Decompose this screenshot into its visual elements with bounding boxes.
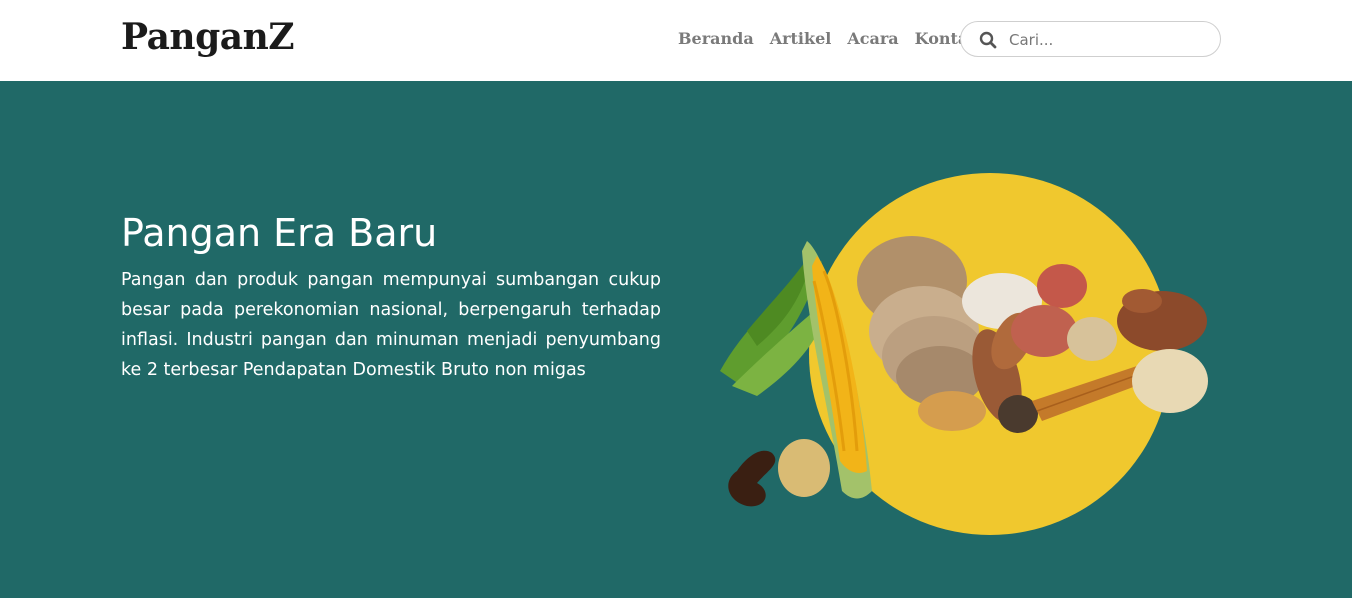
- mushroom-shape: [728, 450, 776, 507]
- main-nav: Beranda Artikel Acara Kontak: [670, 26, 987, 52]
- search-input[interactable]: [1007, 27, 1211, 53]
- search-icon[interactable]: [979, 31, 997, 49]
- hero-food-illustration: [720, 173, 1208, 535]
- navbar: PanganZ Beranda Artikel Acara Kontak: [0, 0, 1352, 81]
- nav-link-acara[interactable]: Acara: [839, 26, 906, 52]
- brand-logo[interactable]: PanganZ: [121, 12, 295, 62]
- nav-link-artikel[interactable]: Artikel: [762, 26, 840, 52]
- hero-description: Pangan dan produk pangan mempunyai sumba…: [121, 270, 661, 380]
- grains: [1067, 317, 1117, 361]
- nav-link-beranda[interactable]: Beranda: [670, 26, 762, 52]
- oat-flakes: [1132, 349, 1208, 413]
- search-box[interactable]: [960, 21, 1221, 57]
- hero-title: Pangan Era Baru: [121, 211, 438, 255]
- peppercorns: [998, 395, 1038, 433]
- potato: [778, 439, 830, 497]
- dried-mushrooms: [1117, 289, 1207, 351]
- hero-section: Pangan Era Baru Pangan dan produk pangan…: [0, 81, 1352, 598]
- chickpeas: [918, 391, 986, 431]
